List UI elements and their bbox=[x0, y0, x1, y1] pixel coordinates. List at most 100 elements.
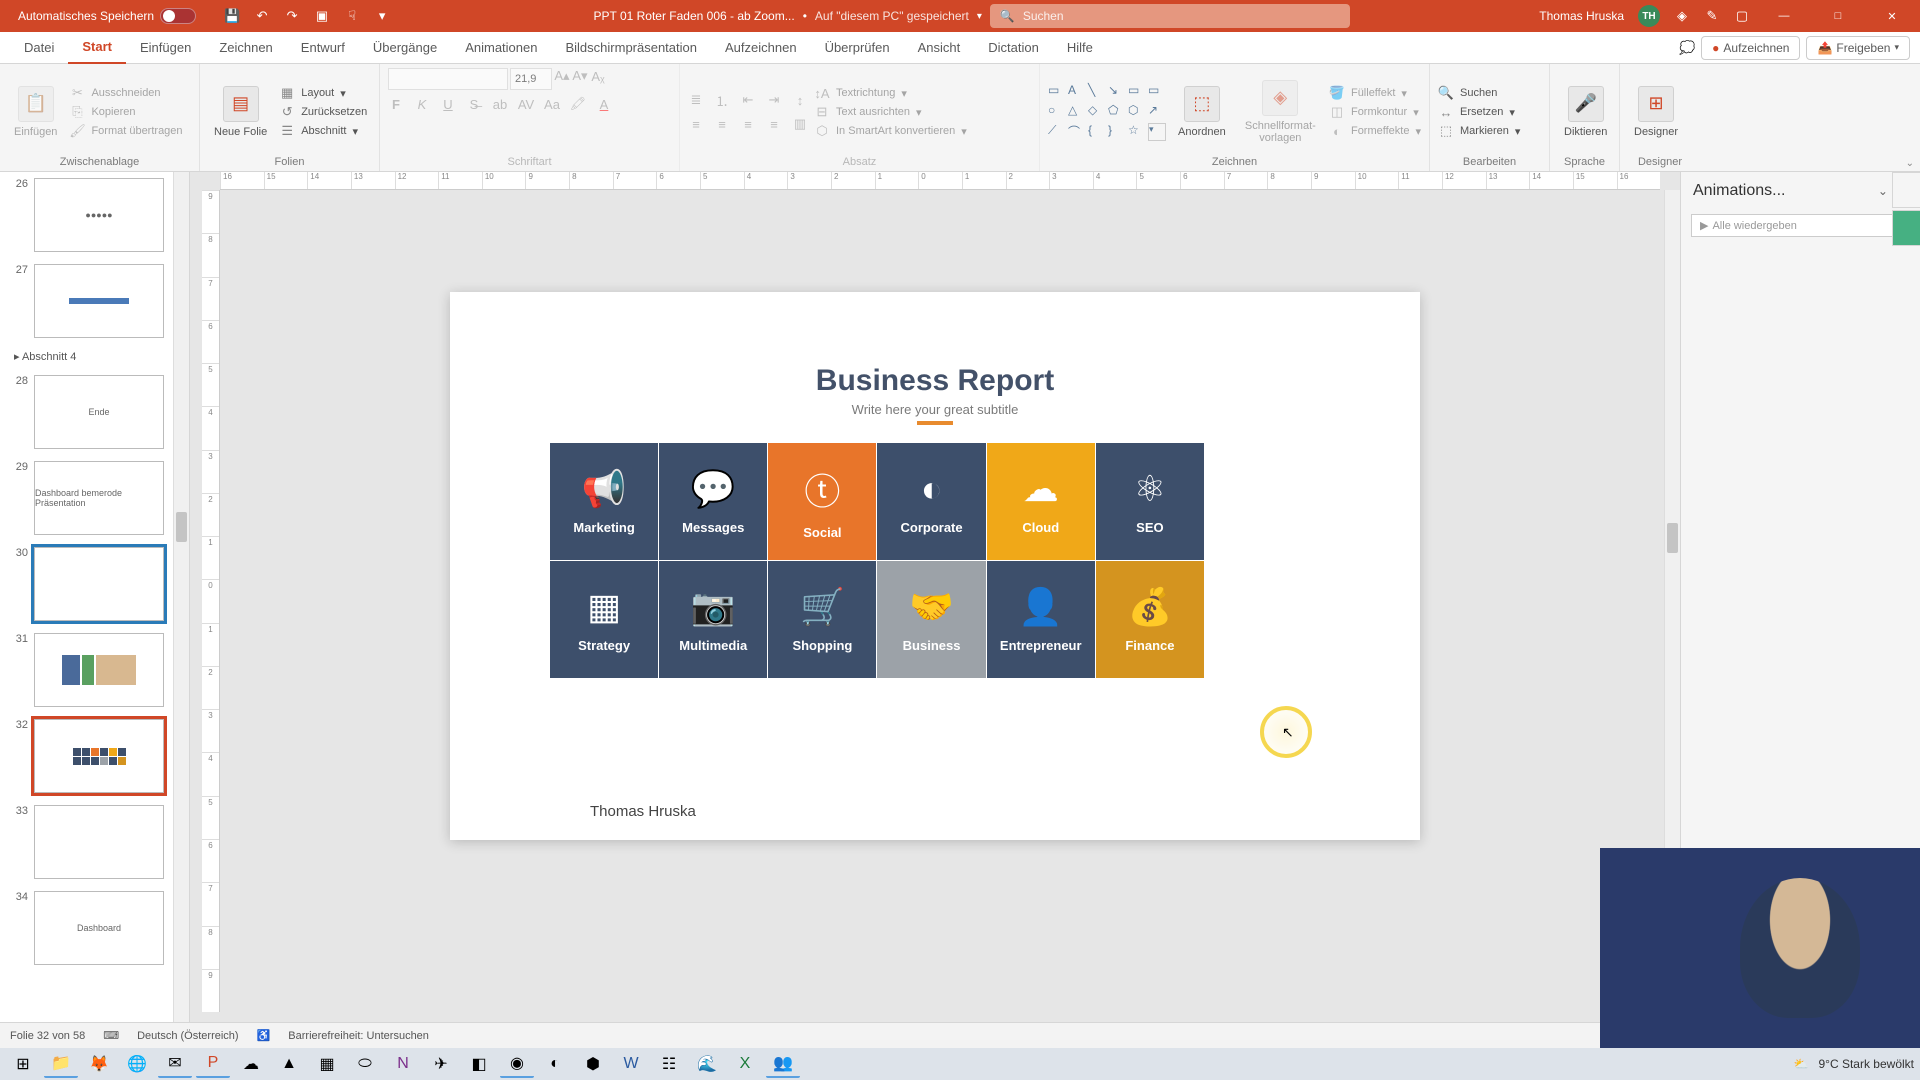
thumbnail-32[interactable]: 32 bbox=[0, 713, 189, 799]
qat-more-icon[interactable]: ▾ bbox=[374, 8, 390, 24]
app-icon-1[interactable]: ☁ bbox=[234, 1050, 268, 1078]
copy-button[interactable]: ⎘Kopieren bbox=[69, 104, 182, 120]
spacing-icon[interactable]: AV bbox=[518, 96, 534, 112]
bold-icon[interactable]: F bbox=[388, 96, 404, 112]
align-center-icon[interactable]: ≡ bbox=[714, 116, 730, 132]
cut-button[interactable]: ✂Ausschneiden bbox=[69, 85, 182, 101]
thumbnail-34[interactable]: 34Dashboard bbox=[0, 885, 189, 971]
thumbnail-26[interactable]: 26●●●●● bbox=[0, 172, 189, 258]
shrink-font-icon[interactable]: A▾ bbox=[572, 68, 588, 84]
explorer-icon[interactable]: 📁 bbox=[44, 1050, 78, 1078]
slide-canvas[interactable]: Business Report Write here your great su… bbox=[450, 292, 1420, 840]
section-header[interactable]: ▸ Abschnitt 4 bbox=[0, 344, 189, 369]
tab-dictation[interactable]: Dictation bbox=[974, 32, 1053, 64]
powerpoint-icon[interactable]: P bbox=[196, 1050, 230, 1078]
app-icon-7[interactable]: ☷ bbox=[652, 1050, 686, 1078]
font-family-input[interactable] bbox=[388, 68, 508, 90]
share-button[interactable]: 📤Freigeben▾ bbox=[1806, 36, 1910, 60]
telegram-icon[interactable]: ✈ bbox=[424, 1050, 458, 1078]
justify-icon[interactable]: ≡ bbox=[766, 116, 782, 132]
slide-title[interactable]: Business Report bbox=[450, 364, 1420, 398]
touch-icon[interactable]: ☟ bbox=[344, 8, 360, 24]
diamond-icon[interactable]: ◈ bbox=[1674, 8, 1690, 24]
format-painter-button[interactable]: 🖌Format übertragen bbox=[69, 123, 182, 139]
shapes-gallery[interactable]: ▭A╲↘▭▭ ○△◇⬠⬡↗ ⟋⌒{}☆▾ bbox=[1048, 83, 1166, 141]
thumbnail-30[interactable]: 30 bbox=[0, 541, 189, 627]
onenote-icon[interactable]: N bbox=[386, 1050, 420, 1078]
text-direction-button[interactable]: ↕ATextrichtung▾ bbox=[814, 85, 967, 101]
search-box[interactable]: 🔍 bbox=[990, 4, 1350, 28]
tile-multimedia[interactable]: 📷Multimedia bbox=[659, 561, 767, 678]
app-icon-6[interactable]: ⬢ bbox=[576, 1050, 610, 1078]
tab-animationen[interactable]: Animationen bbox=[451, 32, 551, 64]
accessibility[interactable]: Barrierefreiheit: Untersuchen bbox=[288, 1030, 429, 1042]
outline-button[interactable]: ◫Formkontur▾ bbox=[1329, 104, 1421, 120]
font-color-icon[interactable]: A bbox=[596, 96, 612, 112]
edge-icon[interactable]: 🌊 bbox=[690, 1050, 724, 1078]
italic-icon[interactable]: K bbox=[414, 96, 430, 112]
tab-aufzeichnen[interactable]: Aufzeichnen bbox=[711, 32, 811, 64]
align-right-icon[interactable]: ≡ bbox=[740, 116, 756, 132]
chevron-down-icon[interactable]: ⌄ bbox=[1878, 184, 1888, 198]
tile-marketing[interactable]: 📢Marketing bbox=[550, 443, 658, 560]
side-tab-2[interactable] bbox=[1892, 210, 1920, 246]
section-button[interactable]: ☰Abschnitt▾ bbox=[279, 123, 367, 139]
tab-einfuegen[interactable]: Einfügen bbox=[126, 32, 205, 64]
word-icon[interactable]: W bbox=[614, 1050, 648, 1078]
columns-icon[interactable]: ▥ bbox=[792, 116, 808, 132]
quickstyles-button[interactable]: ◈Schnellformat-vorlagen bbox=[1238, 76, 1323, 148]
tile-entrepreneur[interactable]: 👤Entrepreneur bbox=[987, 561, 1095, 678]
slide-counter[interactable]: Folie 32 von 58 bbox=[10, 1030, 85, 1042]
shadow-icon[interactable]: ab bbox=[492, 96, 508, 112]
thumbnail-27[interactable]: 27 bbox=[0, 258, 189, 344]
indent-icon[interactable]: ⇥ bbox=[766, 92, 782, 108]
dictate-button[interactable]: 🎤Diktieren bbox=[1558, 82, 1613, 142]
record-button[interactable]: ●Aufzeichnen bbox=[1701, 36, 1800, 60]
app-icon-4[interactable]: ◧ bbox=[462, 1050, 496, 1078]
tile-finance[interactable]: 💰Finance bbox=[1096, 561, 1204, 678]
thumbnail-33[interactable]: 33 bbox=[0, 799, 189, 885]
slide-editor[interactable]: 1615141312111098765432101234567891011121… bbox=[190, 172, 1680, 1022]
user-avatar[interactable]: TH bbox=[1638, 5, 1660, 27]
lang-icon[interactable]: ⌨ bbox=[103, 1029, 119, 1042]
side-tab-1[interactable] bbox=[1892, 172, 1920, 208]
tab-start[interactable]: Start bbox=[68, 32, 126, 64]
editor-scrollbar-thumb[interactable] bbox=[1667, 523, 1678, 553]
tab-ansicht[interactable]: Ansicht bbox=[904, 32, 975, 64]
linespacing-icon[interactable]: ↕ bbox=[792, 92, 808, 108]
tile-social[interactable]: ⓣSocial bbox=[768, 443, 876, 560]
outdent-icon[interactable]: ⇤ bbox=[740, 92, 756, 108]
undo-icon[interactable]: ↶ bbox=[254, 8, 270, 24]
align-left-icon[interactable]: ≡ bbox=[688, 116, 704, 132]
scrollbar-thumb[interactable] bbox=[176, 512, 187, 542]
thumbnail-31[interactable]: 31 bbox=[0, 627, 189, 713]
reset-button[interactable]: ↺Zurücksetzen bbox=[279, 104, 367, 120]
highlight-icon[interactable]: 🖍 bbox=[570, 96, 586, 112]
play-all-button[interactable]: ▶ Alle wiedergeben bbox=[1691, 214, 1910, 237]
designer-button[interactable]: ⊞Designer bbox=[1628, 82, 1684, 142]
tab-ueberpruefen[interactable]: Überprüfen bbox=[811, 32, 904, 64]
app-icon-2[interactable]: ▦ bbox=[310, 1050, 344, 1078]
autosave-toggle[interactable]: Automatisches Speichern bbox=[8, 8, 206, 24]
strike-icon[interactable]: S̶ bbox=[466, 96, 482, 112]
layout-button[interactable]: ▦Layout▾ bbox=[279, 85, 367, 101]
numbering-icon[interactable]: ⒈ bbox=[714, 92, 730, 108]
find-button[interactable]: 🔍Suchen bbox=[1438, 85, 1520, 101]
tile-grid[interactable]: 📢Marketing💬MessagesⓣSocial◐Corporate☁Clo… bbox=[550, 443, 1204, 678]
effects-button[interactable]: ◐Formeffekte▾ bbox=[1329, 123, 1421, 139]
tile-messages[interactable]: 💬Messages bbox=[659, 443, 767, 560]
obs-icon[interactable]: ◉ bbox=[500, 1050, 534, 1078]
present-icon[interactable]: ▣ bbox=[314, 8, 330, 24]
tab-uebergaenge[interactable]: Übergänge bbox=[359, 32, 451, 64]
app-icon-3[interactable]: ⬭ bbox=[348, 1050, 382, 1078]
slide-author[interactable]: Thomas Hruska bbox=[590, 803, 696, 820]
comments-icon[interactable]: 💭 bbox=[1679, 40, 1695, 56]
search-input[interactable] bbox=[1023, 9, 1340, 23]
vlc-icon[interactable]: ▲ bbox=[272, 1050, 306, 1078]
tab-hilfe[interactable]: Hilfe bbox=[1053, 32, 1107, 64]
slide-thumbnails[interactable]: 26●●●●●27▸ Abschnitt 428Ende29Dashboard … bbox=[0, 172, 190, 1022]
collapse-ribbon-icon[interactable]: ⌄ bbox=[1906, 158, 1914, 169]
thumbnail-29[interactable]: 29Dashboard bemerode Präsentation bbox=[0, 455, 189, 541]
firefox-icon[interactable]: 🦊 bbox=[82, 1050, 116, 1078]
tile-cloud[interactable]: ☁Cloud bbox=[987, 443, 1095, 560]
